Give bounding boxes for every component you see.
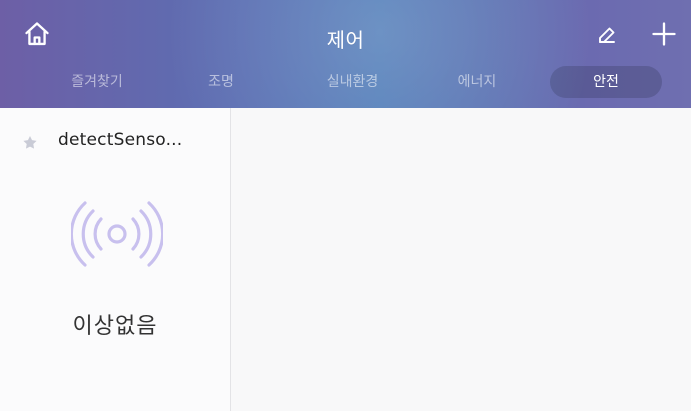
page-title: 제어 [326, 28, 365, 52]
tab-favorites[interactable]: 즐겨찾기 [62, 66, 132, 98]
edit-button[interactable] [594, 22, 620, 48]
device-panel: detectSenso... 이상없음 [0, 108, 231, 411]
star-icon[interactable] [21, 134, 39, 152]
device-list-item[interactable]: detectSenso... [0, 108, 230, 180]
main-content: detectSenso... 이상없음 [0, 108, 691, 411]
sensor-status: 이상없음 [72, 314, 158, 339]
pencil-icon [599, 27, 615, 43]
device-name: detectSenso... [58, 130, 183, 150]
plus-icon [652, 22, 676, 46]
tab-energy[interactable]: 에너지 [453, 66, 501, 98]
category-tabs: 즐겨찾기 조명 실내환경 에너지 안전 [0, 66, 691, 98]
add-button[interactable] [649, 19, 679, 49]
tab-lighting[interactable]: 조명 [200, 66, 242, 98]
radio-waves-icon [71, 201, 163, 267]
top-app-bar: 제어 즐겨찾기 조명 실내환경 에너지 안전 [0, 0, 691, 108]
tab-indoor-environment[interactable]: 실내환경 [315, 66, 390, 98]
tab-safety[interactable]: 안전 [550, 66, 662, 98]
